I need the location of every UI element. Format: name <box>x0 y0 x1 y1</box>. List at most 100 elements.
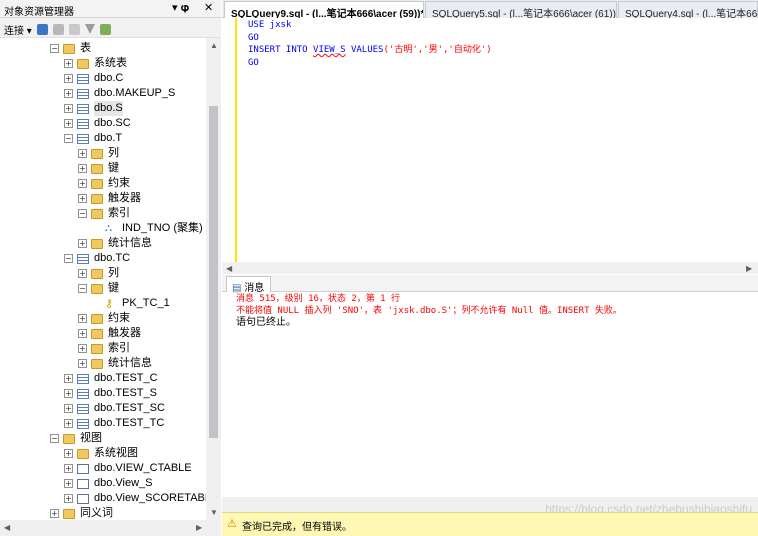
expand-icon[interactable]: + <box>64 389 73 398</box>
expand-icon[interactable]: + <box>78 239 87 248</box>
tree-item[interactable]: − dbo.T <box>64 131 122 146</box>
expand-icon[interactable]: + <box>64 59 73 68</box>
connect-button[interactable]: 连接 ▾ <box>4 22 32 37</box>
expand-icon[interactable]: + <box>78 149 87 158</box>
expand-icon[interactable]: + <box>64 419 73 428</box>
tree-item[interactable]: + 索引 <box>78 341 130 356</box>
tree-item[interactable]: + 系统表 <box>64 56 127 71</box>
tree-item-label: dbo.TEST_S <box>94 387 157 399</box>
tree-item[interactable]: + 触发器 <box>78 326 141 341</box>
tree-item-label: 列 <box>108 147 119 159</box>
tree-item[interactable]: + dbo.S <box>64 101 123 116</box>
tree-item[interactable]: + 键 <box>78 161 119 176</box>
connect-icon[interactable] <box>36 23 48 35</box>
expand-icon[interactable]: + <box>78 164 87 173</box>
tree-item[interactable]: + dbo.TEST_TC <box>64 416 164 431</box>
tab-sqlquery9[interactable]: SQLQuery9.sql - (l...笔记本666\acer (59))* <box>224 1 424 19</box>
collapse-icon[interactable]: − <box>50 44 59 53</box>
scroll-left-icon[interactable]: ◀ <box>4 523 10 532</box>
tree-item[interactable]: − 键 <box>78 281 119 296</box>
expand-icon[interactable]: + <box>64 104 73 113</box>
tree-item[interactable]: − dbo.TC <box>64 251 130 266</box>
tab-sqlquery4[interactable]: SQLQuery4.sql - (l...笔记本666\a <box>618 1 758 18</box>
expand-icon[interactable]: + <box>64 494 73 503</box>
expand-icon[interactable]: + <box>78 329 87 338</box>
expand-icon[interactable]: + <box>64 374 73 383</box>
tree-item[interactable]: + dbo.View_SCORETABLE <box>64 491 206 506</box>
folder-icon <box>63 43 75 54</box>
scroll-right-icon[interactable]: ▶ <box>196 523 202 532</box>
tree-item[interactable]: + 约束 <box>78 311 130 326</box>
filter-icon[interactable] <box>84 24 95 34</box>
expand-icon[interactable]: + <box>78 269 87 278</box>
tree-item[interactable]: + 约束 <box>78 176 130 191</box>
view-icon <box>77 478 89 489</box>
editor-scroll-right-icon[interactable]: ▶ <box>746 264 752 273</box>
expand-icon[interactable]: + <box>78 179 87 188</box>
tree-item[interactable]: + 统计信息 <box>78 236 152 251</box>
tree-item[interactable]: + dbo.TEST_C <box>64 371 158 386</box>
collapse-icon[interactable]: − <box>64 134 73 143</box>
tree-item[interactable]: + 列 <box>78 266 119 281</box>
values-literal: ('古明','男','自动化') <box>383 45 492 55</box>
expand-icon[interactable]: + <box>64 479 73 488</box>
tree-item[interactable]: + dbo.C <box>64 71 123 86</box>
expand-icon[interactable]: + <box>50 509 59 518</box>
code-block[interactable]: USE jxsk GO INSERT INTO VIEW_S VALUES('古… <box>248 19 492 69</box>
close-icon[interactable]: ✕ <box>204 1 213 14</box>
scroll-down-icon[interactable]: ▼ <box>210 508 218 517</box>
tree-item[interactable]: + 触发器 <box>78 191 141 206</box>
tree-scroll-thumb[interactable] <box>209 106 218 438</box>
tree-item-label: dbo.TEST_TC <box>94 417 165 429</box>
tree-item[interactable]: + dbo.VIEW_CTABLE <box>64 461 192 476</box>
expand-icon[interactable]: + <box>64 464 73 473</box>
tree-item[interactable]: + 系统视图 <box>64 446 138 461</box>
collapse-icon[interactable]: − <box>50 434 59 443</box>
tree-item[interactable]: + dbo.TEST_SC <box>64 401 165 416</box>
scroll-up-icon[interactable]: ▲ <box>210 41 218 50</box>
editor-horizontal-scrollbar[interactable]: ◀ ▶ <box>222 262 758 274</box>
folder-icon <box>91 313 103 324</box>
tree-item[interactable]: + dbo.SC <box>64 116 131 131</box>
keyword-use: USE <box>248 20 265 30</box>
tree-item[interactable]: − 索引 <box>78 206 130 221</box>
tree-item-label: 列 <box>108 267 119 279</box>
expand-icon[interactable]: + <box>64 449 73 458</box>
query-editor[interactable]: USE jxsk GO INSERT INTO VIEW_S VALUES('古… <box>222 18 758 262</box>
tree-item[interactable]: + dbo.MAKEUP_S <box>64 86 175 101</box>
tree-item[interactable]: ⚷ PK_TC_1 <box>92 296 170 311</box>
editor-scroll-left-icon[interactable]: ◀ <box>226 264 232 273</box>
tab-sqlquery5[interactable]: SQLQuery5.sql - (l...笔记本666\acer (61))* <box>425 1 617 18</box>
expand-icon[interactable]: + <box>64 74 73 83</box>
disconnect-icon[interactable] <box>52 23 64 35</box>
pin-icon[interactable]: ▾ 𝛗 <box>172 1 189 15</box>
tree-item[interactable]: + 同义词 <box>50 506 113 520</box>
tab-messages[interactable]: ▤ 消息 <box>226 276 272 294</box>
stop-icon[interactable] <box>68 23 80 35</box>
tree-item[interactable]: − 视图 <box>50 431 102 446</box>
expand-icon[interactable]: + <box>78 344 87 353</box>
collapse-icon[interactable]: − <box>64 254 73 263</box>
tree-item[interactable]: + dbo.View_S <box>64 476 153 491</box>
tree-item-label: dbo.TC <box>94 252 131 264</box>
ssms-window: 对象资源管理器 ▾ 𝛗 ✕ 连接 ▾ − 表 + 系统表 + dbo.C + dbo.MAKE… <box>0 0 758 536</box>
tree-item[interactable]: + dbo.TEST_S <box>64 386 157 401</box>
expand-icon[interactable]: + <box>64 404 73 413</box>
collapse-icon[interactable]: − <box>78 284 87 293</box>
tree-item-label: 索引 <box>108 342 130 354</box>
collapse-icon[interactable]: − <box>78 209 87 218</box>
refresh-icon[interactable] <box>99 23 111 35</box>
table-icon <box>77 373 89 384</box>
expand-icon[interactable]: + <box>78 314 87 323</box>
error-message-body: 不能将值 NULL 插入列 'SNO'，表 'jxsk.dbo.S'；列不允许有… <box>236 306 622 316</box>
expand-icon[interactable]: + <box>78 194 87 203</box>
tree-item[interactable]: − 表 <box>50 41 91 56</box>
tree-item[interactable]: ⛬ IND_TNO (聚集) <box>92 221 203 236</box>
expand-icon[interactable]: + <box>64 119 73 128</box>
tree-horizontal-scrollbar[interactable]: ◀ ▶ <box>0 520 221 536</box>
tree-item[interactable]: + 列 <box>78 146 119 161</box>
tree-item[interactable]: + 统计信息 <box>78 356 152 371</box>
expand-icon[interactable]: + <box>78 359 87 368</box>
expand-icon[interactable]: + <box>64 89 73 98</box>
tree-vertical-scrollbar[interactable]: ▲ ▼ <box>206 38 221 520</box>
